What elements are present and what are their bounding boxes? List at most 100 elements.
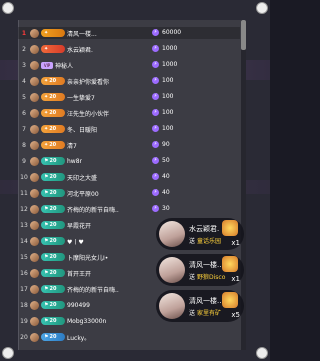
ranking-row[interactable]: 2 ✦ 水云颖君. bbox=[18, 43, 240, 55]
coin-icon: ⚡ bbox=[152, 93, 159, 100]
rank-number: 11 bbox=[20, 189, 28, 197]
avatar[interactable] bbox=[30, 332, 39, 342]
ranking-row[interactable]: 20 ⚑ 20 Lucky。 bbox=[18, 331, 240, 343]
coin-icon: ⚡ bbox=[152, 29, 159, 36]
corner-decoration-bottom-left bbox=[2, 347, 14, 359]
fan-level-badge: ⚑ 20 bbox=[41, 205, 65, 213]
sender-avatar[interactable] bbox=[159, 293, 185, 319]
gift-notification-card[interactable]: 水云颖君. 送童话乐园 x1 bbox=[156, 218, 244, 250]
badge-level: 20 bbox=[49, 222, 57, 228]
avatar[interactable] bbox=[30, 76, 39, 86]
corner-decoration-bottom-right bbox=[256, 347, 268, 359]
fan-level-badge: ⚑ 20 bbox=[41, 333, 65, 341]
badge-level: 20 bbox=[49, 270, 57, 276]
ranking-row[interactable]: 5 ✦ 20 一生挚爱7 bbox=[18, 91, 240, 103]
avatar[interactable] bbox=[30, 220, 39, 230]
ranking-row[interactable]: 12 ⚑ 20 齐梅的的新节自嗨.. bbox=[18, 203, 240, 215]
ranking-row[interactable]: 3 VIP 神秘人 bbox=[18, 59, 240, 71]
rank-number: 15 bbox=[20, 253, 28, 261]
rank-number: 19 bbox=[20, 317, 28, 325]
rank-number: 18 bbox=[20, 301, 28, 309]
gift-name: 童话乐园 bbox=[197, 237, 222, 245]
avatar[interactable] bbox=[30, 28, 39, 38]
rank-number: 4 bbox=[22, 77, 26, 85]
sender-avatar[interactable] bbox=[159, 221, 185, 247]
rank-number: 1 bbox=[21, 29, 27, 37]
badge-icon: ⚑ bbox=[44, 302, 49, 308]
badge-level: 20 bbox=[49, 302, 57, 308]
badge-level: 20 bbox=[49, 318, 57, 324]
gift-score: ⚡ 60000 bbox=[152, 29, 181, 36]
gift-line: 送家里有矿 bbox=[189, 308, 229, 317]
avatar[interactable] bbox=[30, 188, 39, 198]
avatar[interactable] bbox=[30, 156, 39, 166]
send-prefix: 送 bbox=[189, 309, 196, 317]
gift-score: ⚡ 90 bbox=[152, 141, 170, 148]
avatar[interactable] bbox=[30, 124, 39, 134]
coin-icon: ⚡ bbox=[152, 141, 159, 148]
ranking-row[interactable]: 7 ✦ 20 冬、日暖阳 bbox=[18, 123, 240, 135]
avatar[interactable] bbox=[30, 300, 39, 310]
fan-level-badge: ✦ 20 bbox=[41, 141, 65, 149]
fan-level-badge: ✦ 20 bbox=[41, 125, 65, 133]
rank-number: 5 bbox=[22, 93, 26, 101]
badge-icon: ✦ bbox=[44, 46, 49, 52]
avatar[interactable] bbox=[30, 252, 39, 262]
score-value: 100 bbox=[162, 93, 174, 100]
badge-icon: ⚑ bbox=[44, 254, 49, 260]
ranking-row[interactable]: 4 ✦ 20 亲亲护你爱看你 bbox=[18, 75, 240, 87]
gift-notification-card[interactable]: 清风一楼... 送野狼Disco x1 bbox=[156, 254, 244, 286]
score-value: 1000 bbox=[162, 61, 178, 68]
fan-level-badge: ⚑ 20 bbox=[41, 301, 65, 309]
fan-level-badge: ⚑ 20 bbox=[41, 189, 65, 197]
fan-level-badge: ⚑ 20 bbox=[41, 269, 65, 277]
avatar[interactable] bbox=[30, 108, 39, 118]
avatar[interactable] bbox=[30, 284, 39, 294]
score-value: 60000 bbox=[162, 29, 182, 36]
avatar[interactable] bbox=[30, 44, 39, 54]
gift-score: ⚡ 40 bbox=[152, 173, 170, 180]
coin-icon: ⚡ bbox=[152, 125, 159, 132]
avatar[interactable] bbox=[30, 268, 39, 278]
fan-level-badge: ✦ bbox=[41, 29, 65, 37]
sender-avatar[interactable] bbox=[159, 257, 185, 283]
vip-badge: VIP bbox=[41, 61, 53, 69]
gift-score: ⚡ 100 bbox=[152, 93, 173, 100]
fan-level-badge: ⚑ 20 bbox=[41, 173, 65, 181]
ranking-row[interactable]: 9 ⚑ 20 hw8r bbox=[18, 155, 240, 167]
score-value: 100 bbox=[162, 109, 174, 116]
gift-score: ⚡ 30 bbox=[152, 205, 170, 212]
gift-notification-card[interactable]: 清风一楼... 送家里有矿 x5 bbox=[156, 290, 244, 322]
avatar[interactable] bbox=[30, 316, 39, 326]
ranking-row[interactable]: 10 ⚑ 20 天印之大盛 bbox=[18, 171, 240, 183]
ranking-row[interactable]: 8 ✦ 20 清7 bbox=[18, 139, 240, 151]
send-prefix: 送 bbox=[189, 273, 196, 281]
avatar[interactable] bbox=[30, 204, 39, 214]
gift-count: x5 bbox=[231, 311, 240, 319]
score-value: 30 bbox=[162, 205, 170, 212]
badge-level: 20 bbox=[49, 206, 57, 212]
gift-ranking-screen: 1 ✦ 清风一楼... ⚡ 60000 2 ✦ 水云颖君. ⚡ 1000 3 VIP 神秘人 ⚡ 1000 4… bbox=[0, 0, 270, 361]
fan-level-badge: ✦ bbox=[41, 45, 65, 53]
gift-icon bbox=[222, 292, 238, 308]
gift-name: 家里有矿 bbox=[197, 309, 222, 317]
rank-number: 17 bbox=[20, 285, 28, 293]
scroll-thumb[interactable] bbox=[241, 20, 246, 50]
score-value: 40 bbox=[162, 173, 170, 180]
user-name: 神秘人 bbox=[55, 62, 74, 70]
score-value: 40 bbox=[162, 189, 170, 196]
avatar[interactable] bbox=[30, 172, 39, 182]
gift-score: ⚡ 1000 bbox=[152, 45, 177, 52]
badge-icon: ✦ bbox=[44, 94, 49, 100]
avatar[interactable] bbox=[30, 236, 39, 246]
ranking-row[interactable]: 1 ✦ 清风一楼... bbox=[18, 27, 240, 39]
rank-number: 20 bbox=[20, 333, 28, 341]
gift-name: 野狼Disco bbox=[197, 273, 226, 281]
avatar[interactable] bbox=[30, 92, 39, 102]
fan-level-badge: ⚑ 20 bbox=[41, 157, 65, 165]
gift-score: ⚡ 100 bbox=[152, 125, 173, 132]
avatar[interactable] bbox=[30, 60, 39, 70]
ranking-row[interactable]: 11 ⚑ 20 河北平原00 bbox=[18, 187, 240, 199]
avatar[interactable] bbox=[30, 140, 39, 150]
ranking-row[interactable]: 6 ✦ 20 汪先生的小伙伴 bbox=[18, 107, 240, 119]
